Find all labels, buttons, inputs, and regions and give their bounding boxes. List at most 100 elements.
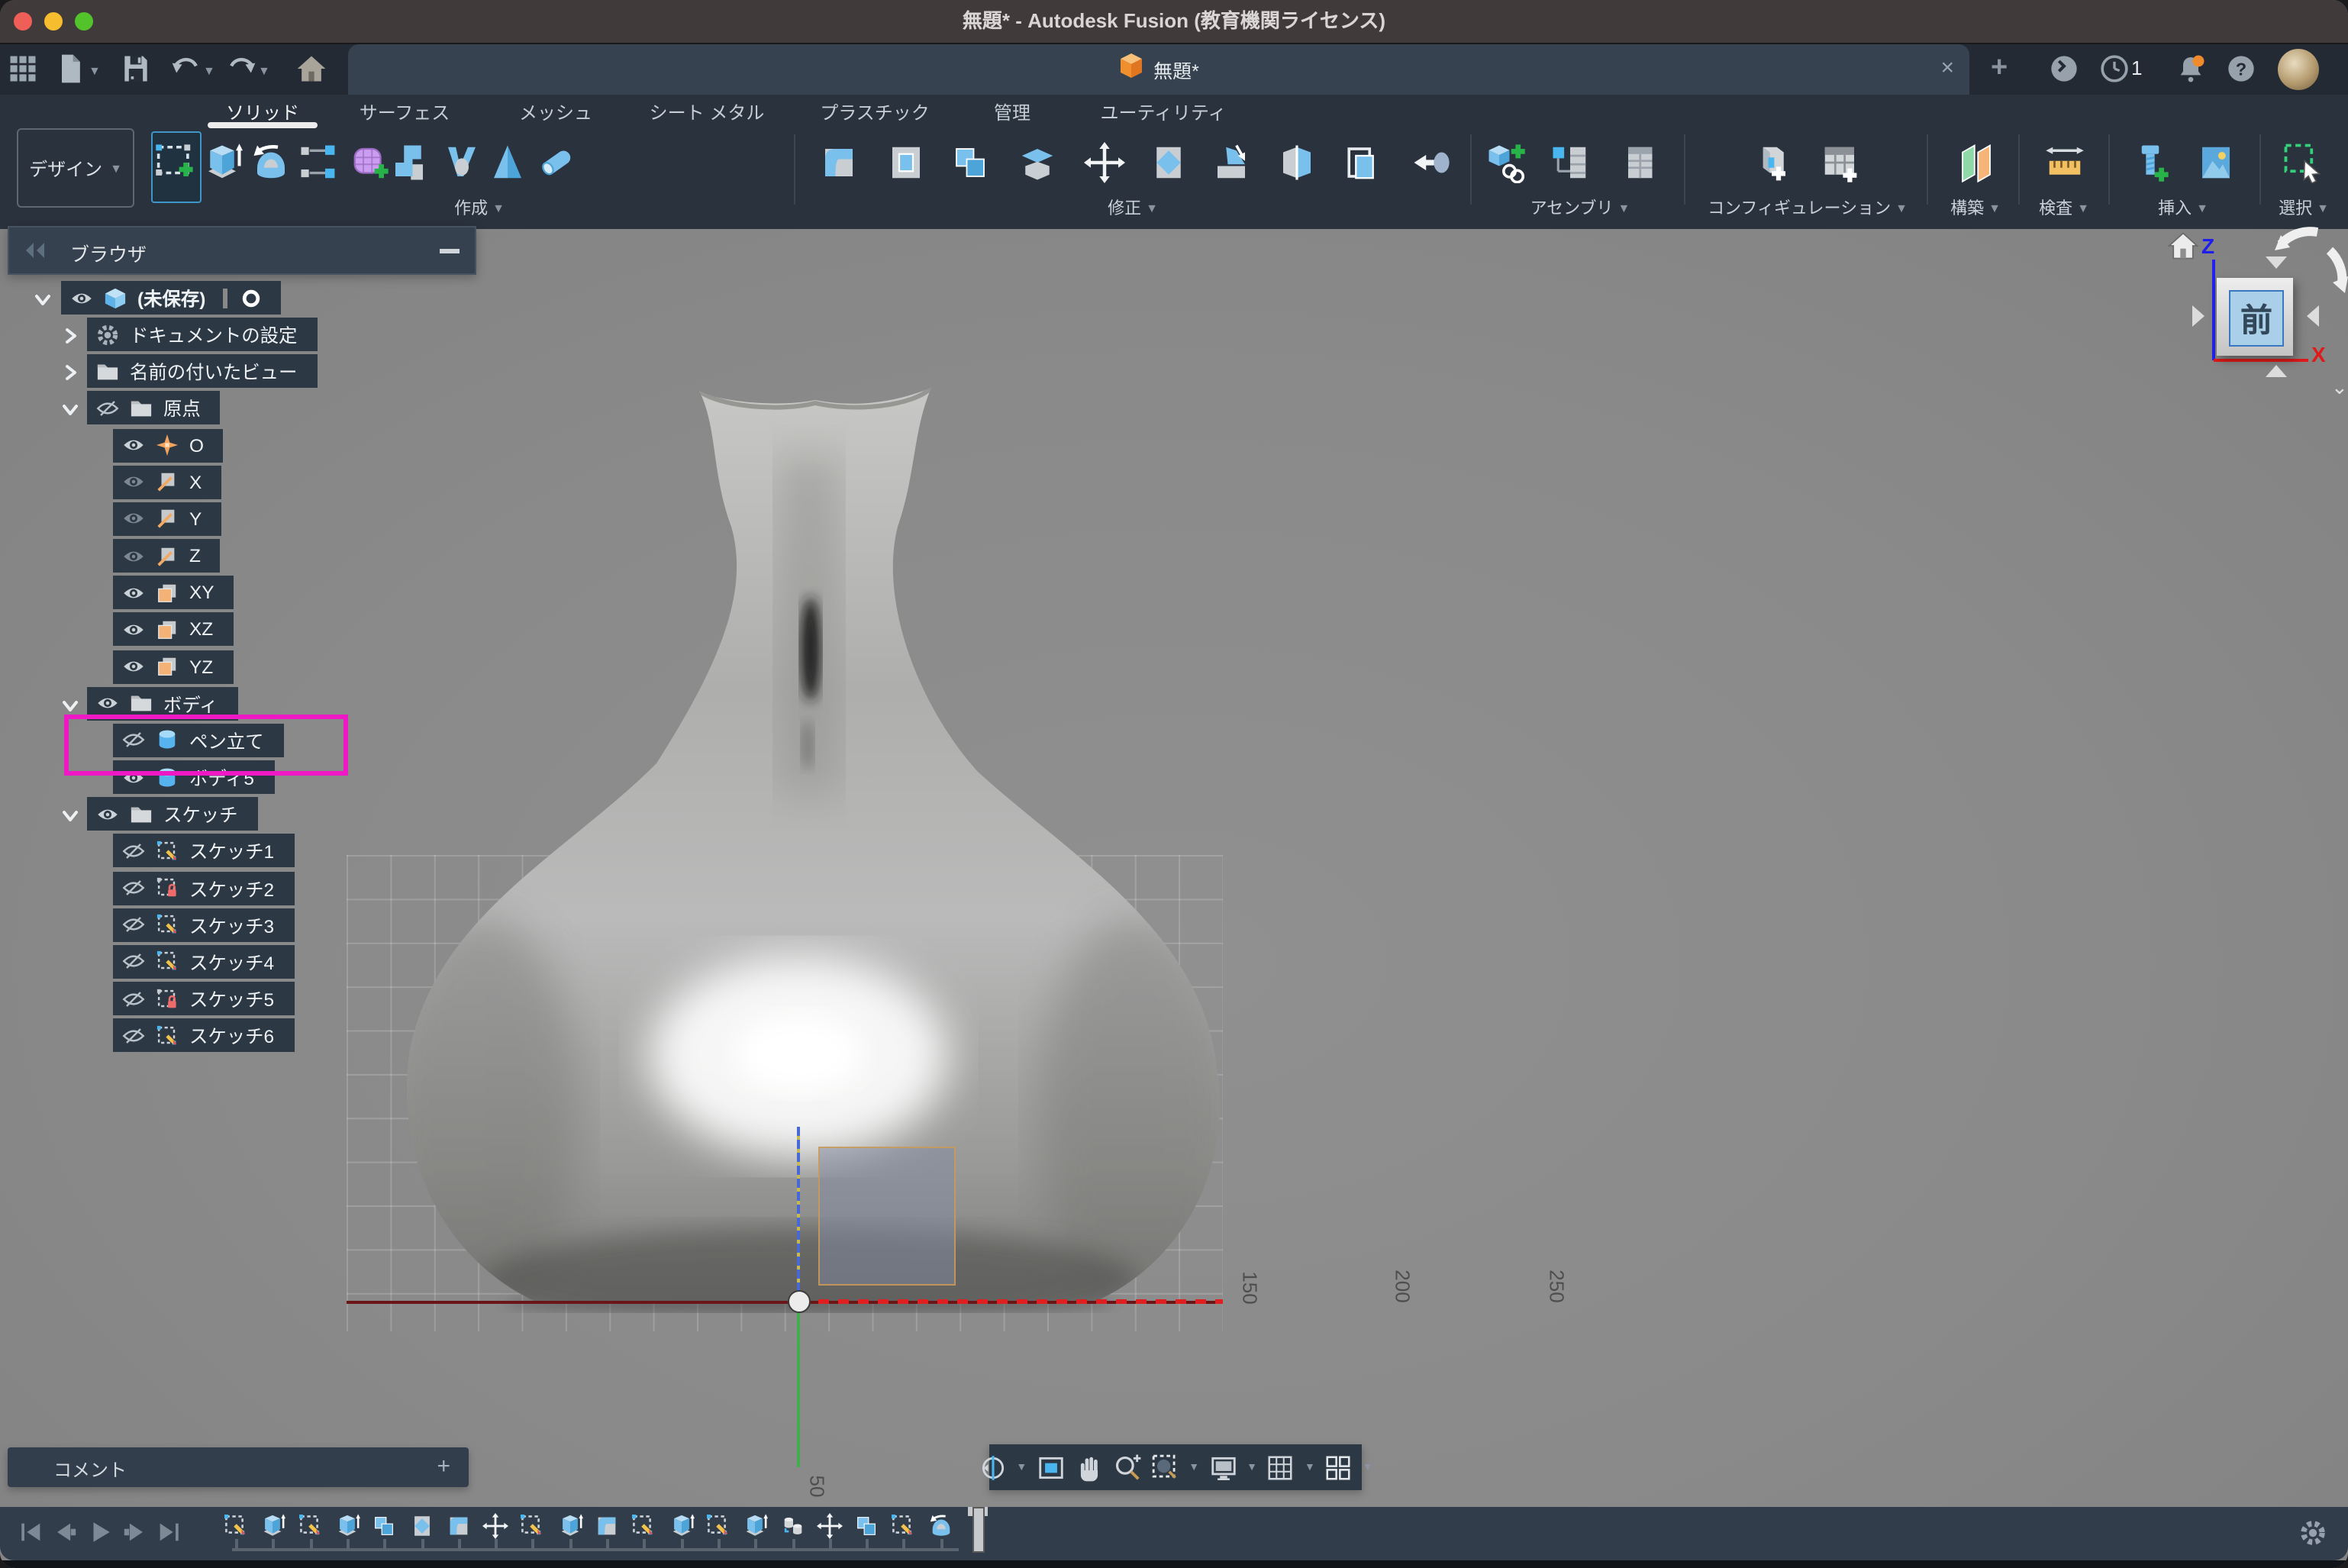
look-at-button[interactable] <box>1036 1453 1065 1482</box>
select-window-button[interactable] <box>2278 137 2327 186</box>
chevron-down-icon[interactable]: ▼ <box>203 64 215 78</box>
remove-button[interactable] <box>1406 137 1455 186</box>
origin-point-handle[interactable] <box>788 1290 811 1313</box>
insert-fastener-button[interactable] <box>2125 137 2174 186</box>
visibility-eye-icon[interactable] <box>122 474 145 491</box>
tree-row-YZ[interactable]: YZ <box>113 650 233 683</box>
tree-row-XY[interactable]: XY <box>113 576 234 610</box>
insert-canvas-button[interactable] <box>2191 137 2240 186</box>
orbit-button[interactable] <box>978 1453 1007 1482</box>
home-button[interactable] <box>295 52 328 93</box>
pipe-button[interactable] <box>531 137 580 186</box>
visibility-eye-icon[interactable] <box>122 621 145 638</box>
chevron-down-icon[interactable] <box>61 399 79 418</box>
joint-origin-button[interactable] <box>1617 137 1666 186</box>
viewports-button[interactable] <box>1324 1453 1353 1482</box>
browser-panel-header[interactable]: ブラウザ <box>8 226 476 275</box>
visibility-eye-icon[interactable] <box>96 805 119 822</box>
visibility-eye-icon[interactable] <box>122 1027 145 1044</box>
y-axis-line[interactable] <box>797 1304 800 1467</box>
move-copy-button[interactable] <box>1079 137 1128 186</box>
viewcube-roll-arrows[interactable] <box>2272 226 2348 302</box>
fillet-button[interactable] <box>814 137 863 186</box>
replace-face-button[interactable] <box>1336 137 1385 186</box>
revolve-button[interactable] <box>246 137 295 186</box>
group-label[interactable]: 構築▼ <box>1950 195 2001 220</box>
configuration-button[interactable] <box>1746 137 1795 186</box>
visibility-eye-icon[interactable] <box>122 843 145 860</box>
workspace-selector[interactable]: デザイン ▼ <box>17 128 134 208</box>
add-comment-icon[interactable]: + <box>437 1453 450 1479</box>
tree-row-スケッチ3[interactable]: スケッチ3 <box>113 908 294 941</box>
undo-button[interactable] <box>169 52 203 93</box>
pan-button[interactable] <box>1074 1453 1103 1482</box>
chevron-down-icon[interactable] <box>34 289 52 307</box>
tree-row-スケッチ6[interactable]: スケッチ6 <box>113 1018 294 1052</box>
vase-model[interactable] <box>336 366 1252 1313</box>
close-tab-icon[interactable]: × <box>1940 56 1954 81</box>
file-new-button[interactable] <box>53 52 87 93</box>
visibility-eye-icon[interactable] <box>96 400 119 417</box>
job-status-clock-icon[interactable] <box>2099 53 2130 92</box>
tree-row-スケッチ5[interactable]: スケッチ5 <box>113 982 294 1015</box>
visibility-eye-icon[interactable] <box>122 547 145 564</box>
chevron-down-icon[interactable]: ▼ <box>1247 1462 1257 1473</box>
timeline-settings-gear-icon[interactable] <box>2299 1519 2327 1554</box>
tree-row-O[interactable]: O <box>113 428 224 462</box>
measure-button[interactable] <box>2040 137 2088 186</box>
close-window-button[interactable] <box>14 12 32 31</box>
display-settings-button[interactable] <box>1208 1453 1237 1482</box>
tree-row-スケッチ4[interactable]: スケッチ4 <box>113 945 294 979</box>
avatar[interactable] <box>2278 49 2319 90</box>
notifications-bell-icon[interactable] <box>2175 53 2206 92</box>
timeline-playhead[interactable] <box>972 1507 984 1553</box>
sketch-region-rect[interactable] <box>818 1147 956 1286</box>
cone-primitive-button[interactable] <box>482 137 531 186</box>
ribbon-tab-2[interactable]: メッシュ <box>519 99 592 125</box>
create-form-button[interactable] <box>345 137 394 186</box>
construct-plane-button[interactable] <box>1951 137 2000 186</box>
tree-row-ドキュメントの設定[interactable]: ドキュメントの設定 <box>87 318 317 351</box>
minimize-window-button[interactable] <box>44 12 63 31</box>
visibility-eye-icon[interactable] <box>96 695 119 712</box>
loft-button[interactable] <box>391 137 440 186</box>
tree-row-X[interactable]: X <box>113 466 221 499</box>
tree-row-Z[interactable]: Z <box>113 539 221 573</box>
step-back-button[interactable] <box>52 1519 78 1553</box>
draft-button[interactable] <box>1206 137 1255 186</box>
chevron-down-icon[interactable]: ▼ <box>258 64 270 78</box>
group-label[interactable]: コンフィギュレーション▼ <box>1708 195 1908 220</box>
extrude-button[interactable] <box>197 137 246 186</box>
tree-row-スケッチ1[interactable]: スケッチ1 <box>113 834 294 868</box>
chevron-down-icon[interactable]: ▼ <box>1363 1462 1373 1473</box>
emboss-button[interactable] <box>437 137 485 186</box>
document-tab[interactable]: 無題* × <box>348 44 1969 95</box>
joint-button[interactable] <box>1545 137 1594 186</box>
viewcube-arrow-bottom[interactable] <box>2266 365 2287 377</box>
visibility-eye-icon[interactable] <box>122 990 145 1007</box>
redo-button[interactable] <box>224 52 258 93</box>
grid-settings-button[interactable] <box>1266 1453 1295 1482</box>
visibility-eye-icon[interactable] <box>122 511 145 528</box>
ribbon-tab-4[interactable]: プラスチック <box>820 99 930 125</box>
play-button[interactable] <box>87 1519 113 1553</box>
help-icon[interactable]: ? <box>2226 53 2256 92</box>
chevron-down-icon[interactable]: ▼ <box>89 64 101 78</box>
x-axis-line[interactable] <box>798 1299 1223 1303</box>
configuration-table-button[interactable] <box>1815 137 1864 186</box>
tree-row-名前の付いたビュー[interactable]: 名前の付いたビュー <box>87 355 317 389</box>
viewcube-arrow-right[interactable] <box>2307 305 2319 327</box>
split-body-button[interactable] <box>1272 137 1321 186</box>
combine-button[interactable] <box>945 137 994 186</box>
zoom-button[interactable] <box>1112 1453 1141 1482</box>
create-sketch-button[interactable] <box>150 137 198 186</box>
component-ring-badge[interactable] <box>222 288 260 308</box>
visibility-eye-icon[interactable] <box>122 585 145 602</box>
visibility-eye-icon[interactable] <box>122 658 145 675</box>
chevron-down-icon[interactable]: ▼ <box>1189 1462 1199 1473</box>
chevron-right-icon[interactable] <box>61 325 79 344</box>
viewcube-arrow-left[interactable] <box>2192 305 2204 327</box>
visibility-eye-icon[interactable] <box>122 437 145 453</box>
minimize-panel-icon[interactable] <box>440 249 460 253</box>
zoom-window-button[interactable] <box>75 12 93 31</box>
